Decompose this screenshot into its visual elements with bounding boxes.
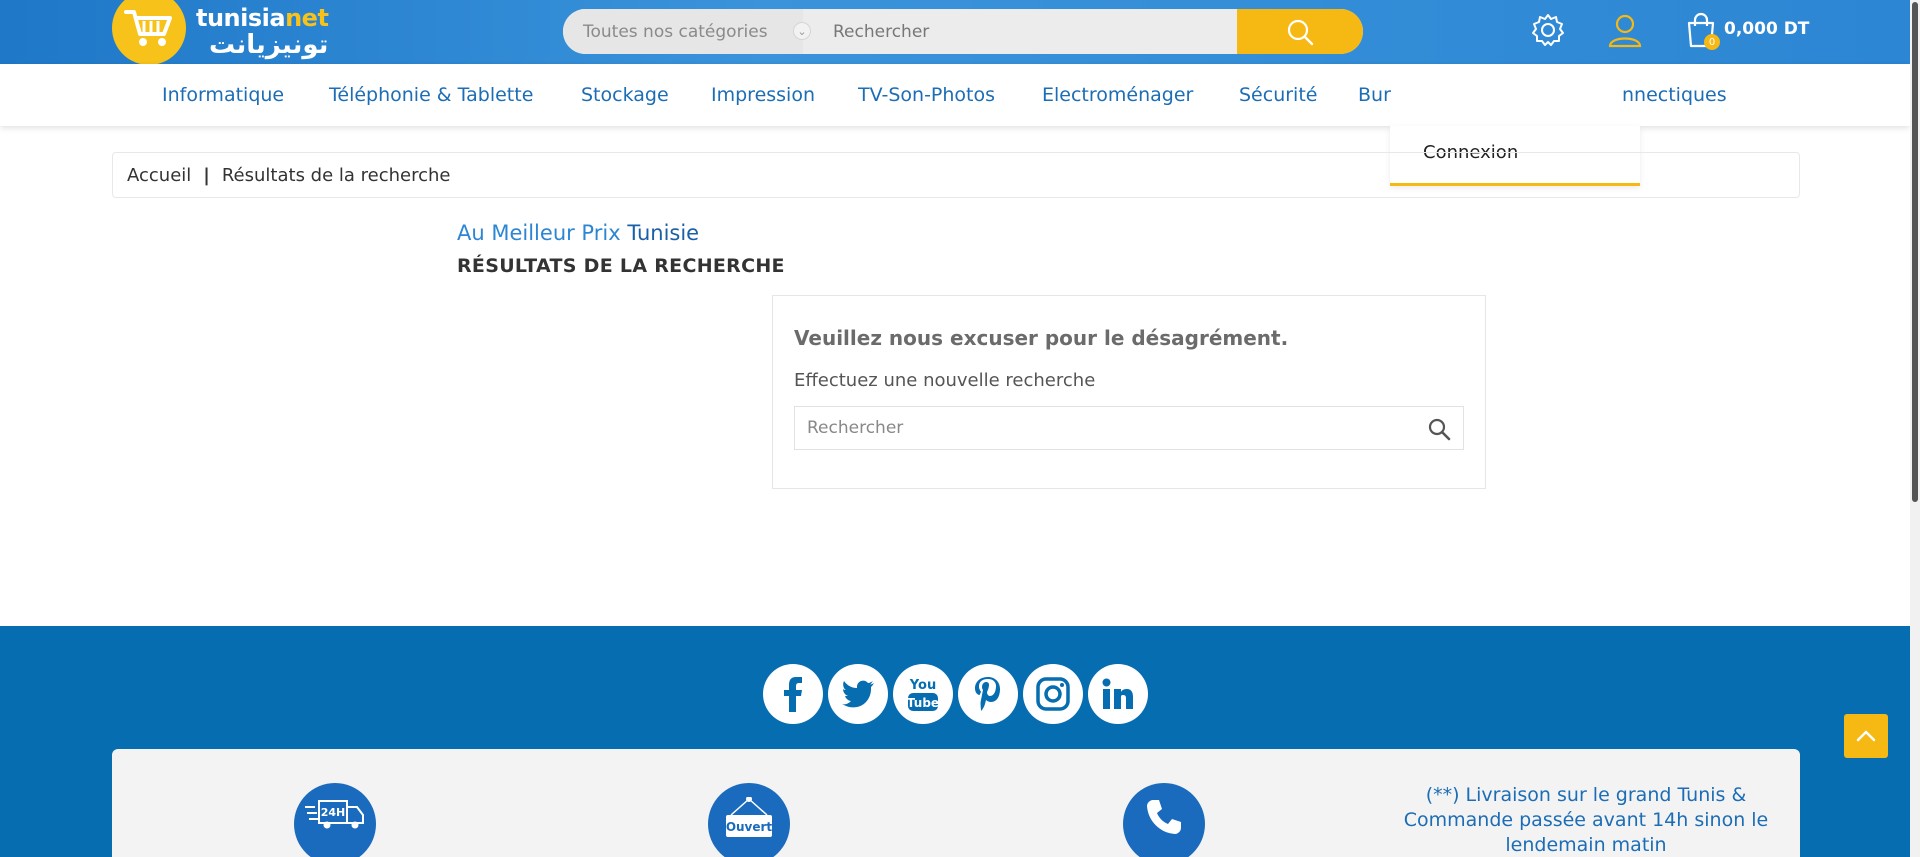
nav-item-connectiques[interactable]: nnectiques bbox=[1622, 84, 1727, 106]
chevron-up-icon bbox=[1856, 730, 1876, 742]
facebook-icon[interactable] bbox=[763, 664, 823, 724]
no-results-title: Veuillez nous excuser pour le désagrémen… bbox=[794, 326, 1289, 350]
search-input[interactable]: Rechercher bbox=[803, 9, 1237, 54]
chevron-down-icon: ⌄ bbox=[793, 22, 811, 40]
category-select[interactable]: Toutes nos catégories ⌄ bbox=[563, 9, 811, 54]
logo-wordmark: tunisianet bbox=[196, 4, 329, 32]
search-button[interactable] bbox=[1237, 9, 1363, 54]
nav-item-bureautique[interactable]: Bur bbox=[1358, 84, 1391, 106]
svg-text:Tube: Tube bbox=[907, 696, 939, 710]
linkedin-icon[interactable] bbox=[1088, 664, 1148, 724]
nav-item-electromenager[interactable]: Electroménager bbox=[1042, 84, 1193, 106]
cart-count-badge: 0 bbox=[1704, 34, 1720, 50]
no-results-subtitle: Effectuez une nouvelle recherche bbox=[794, 370, 1096, 391]
delivery-truck-icon: 24H bbox=[294, 783, 376, 857]
new-search-input[interactable]: Rechercher bbox=[794, 406, 1464, 450]
gear-icon[interactable] bbox=[1530, 12, 1566, 52]
main-nav: Informatique Téléphonie & Tablette Stock… bbox=[0, 64, 1910, 186]
page-scrollbar[interactable] bbox=[1910, 0, 1920, 857]
nav-item-tv-son-photos[interactable]: TV-Son-Photos bbox=[858, 84, 995, 106]
search-icon bbox=[1287, 19, 1314, 45]
logo-arabic: تونيزيانت bbox=[208, 30, 329, 60]
delivery-note: (**) Livraison sur le grand Tunis & Comm… bbox=[1403, 784, 1769, 856]
breadcrumb-separator: | bbox=[203, 164, 210, 186]
nav-item-impression[interactable]: Impression bbox=[711, 84, 815, 106]
svg-text:You: You bbox=[909, 678, 936, 693]
svg-text:24H: 24H bbox=[321, 806, 346, 819]
header-bar: tunisianet تونيزيانت Toutes nos catégori… bbox=[0, 0, 1910, 65]
nav-item-securite[interactable]: Sécurité bbox=[1239, 84, 1317, 106]
page-subtitle: Au Meilleur Prix Tunisie bbox=[457, 221, 700, 245]
phone-icon bbox=[1123, 783, 1205, 857]
nav-item-stockage[interactable]: Stockage bbox=[581, 84, 669, 106]
instagram-icon[interactable] bbox=[1023, 664, 1083, 724]
site-logo[interactable]: tunisianet تونيزيانت bbox=[112, 0, 329, 65]
twitter-icon[interactable] bbox=[828, 664, 888, 724]
nav-item-telephonie[interactable]: Téléphonie & Tablette bbox=[329, 84, 533, 106]
header-search: Toutes nos catégories ⌄ Rechercher bbox=[563, 9, 1363, 54]
search-icon[interactable] bbox=[1427, 417, 1451, 441]
page-title: RÉSULTATS DE LA RECHERCHE bbox=[457, 255, 785, 277]
no-results-panel: Veuillez nous excuser pour le désagrémen… bbox=[772, 295, 1486, 489]
breadcrumb-current: Résultats de la recherche bbox=[221, 164, 451, 186]
svg-text:Ouvert: Ouvert bbox=[726, 820, 773, 834]
nav-item-informatique[interactable]: Informatique bbox=[162, 84, 284, 106]
breadcrumb-home[interactable]: Accueil bbox=[127, 165, 191, 186]
user-icon[interactable] bbox=[1607, 12, 1643, 52]
cart-amount[interactable]: 0,000 DT bbox=[1724, 19, 1809, 39]
scroll-to-top-button[interactable] bbox=[1844, 714, 1888, 758]
open-sign-icon: Ouvert bbox=[708, 783, 790, 857]
cart-logo-icon bbox=[112, 0, 186, 65]
pinterest-icon[interactable] bbox=[958, 664, 1018, 724]
youtube-icon[interactable]: You Tube bbox=[893, 664, 953, 724]
footer-info-panel: 24H Ouvert (**) Livraison sur le grand T… bbox=[112, 749, 1800, 857]
breadcrumb: Accueil | Résultats de la recherche bbox=[112, 152, 1800, 198]
scrollbar-thumb[interactable] bbox=[1912, 2, 1918, 502]
